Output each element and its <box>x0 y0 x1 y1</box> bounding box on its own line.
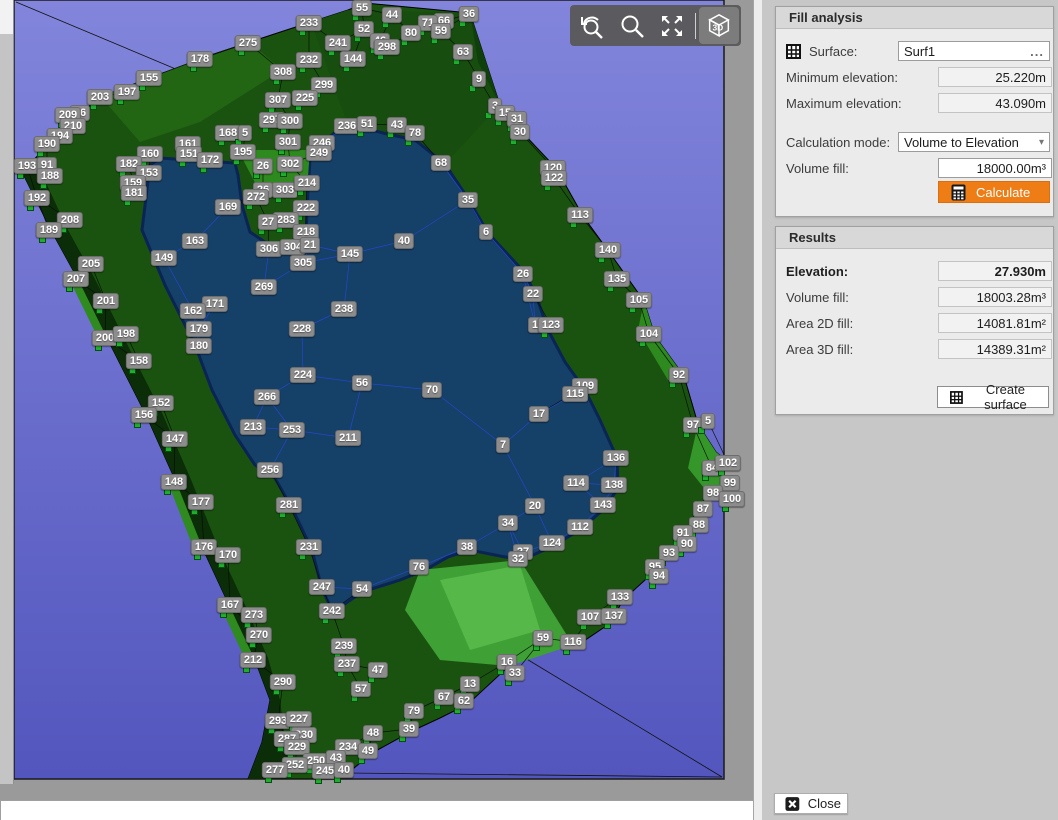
create-surface-button[interactable]: Create surface <box>937 386 1049 408</box>
surface-label: Surface: <box>809 44 857 59</box>
area-3d-label: Area 3D fill: <box>786 342 853 357</box>
min-elevation-value: 25.220m <box>995 70 1046 85</box>
volume-fill-label: Volume fill: <box>786 161 849 176</box>
result-volume-fill-value: 18003.28m³ <box>977 290 1046 305</box>
zoom-previous-button[interactable] <box>572 7 612 44</box>
surface-more-button[interactable]: ... <box>1030 44 1044 59</box>
view-toolbar: 3D <box>570 5 741 46</box>
terrain-mesh[interactable] <box>0 0 760 820</box>
calculate-label: Calculate <box>976 185 1030 200</box>
close-button[interactable]: Close <box>774 793 848 814</box>
max-elevation-label: Maximum elevation: <box>786 96 902 111</box>
view-3d-icon: 3D <box>705 11 733 41</box>
results-panel: Results Elevation: 27.930m Volume fill: … <box>775 226 1054 415</box>
svg-text:3D: 3D <box>712 22 723 32</box>
left-margin <box>0 0 14 784</box>
view-3d-button[interactable]: 3D <box>699 7 739 44</box>
toolbar-separator <box>695 13 696 39</box>
zoom-icon <box>619 13 645 39</box>
min-elevation-field: 25.220m <box>938 67 1052 87</box>
calculate-button[interactable]: Calculate <box>938 181 1050 203</box>
create-surface-label: Create surface <box>969 382 1042 412</box>
3d-workspace: 5544366671233528059632414629814423227517… <box>0 0 760 820</box>
calculation-mode-select[interactable]: Volume to Elevation ▾ <box>898 132 1050 152</box>
fill-analysis-title: Fill analysis <box>789 10 863 25</box>
close-label: Close <box>808 796 841 811</box>
app-window: 5544366671233528059632414629814423227517… <box>0 0 1058 820</box>
area-2d-value: 14081.81m² <box>977 316 1046 331</box>
chevron-down-icon: ▾ <box>1039 137 1044 148</box>
surface-value: Surf1 <box>904 44 935 59</box>
max-elevation-field: 43.090m <box>938 93 1052 113</box>
elevation-label: Elevation: <box>786 264 848 279</box>
tin-edge <box>730 483 732 499</box>
surface-field[interactable]: Surf1 ... <box>898 41 1050 61</box>
area-3d-field: 14389.31m² <box>938 339 1052 359</box>
results-header: Results <box>776 227 1053 249</box>
area-3d-value: 14389.31m² <box>977 342 1046 357</box>
close-icon <box>785 796 800 812</box>
surface-grid-icon <box>786 44 801 59</box>
calculation-mode-label: Calculation mode: <box>786 135 890 150</box>
create-surface-grid-icon <box>950 390 963 405</box>
calculator-icon <box>951 184 966 201</box>
min-elevation-label: Minimum elevation: <box>786 70 898 85</box>
zoom-extents-button[interactable] <box>652 7 692 44</box>
elevation-field: 27.930m <box>938 261 1052 281</box>
results-title: Results <box>789 230 836 245</box>
result-volume-fill-field: 18003.28m³ <box>938 287 1052 307</box>
side-panel: Fill analysis Surface: Surf1 ... Minimum… <box>762 0 1058 820</box>
fill-analysis-panel: Fill analysis Surface: Surf1 ... Minimum… <box>775 6 1054 217</box>
zoom-extents-icon <box>659 13 685 39</box>
fill-analysis-header: Fill analysis <box>776 7 1053 29</box>
area-2d-field: 14081.81m² <box>938 313 1052 333</box>
calculation-mode-value: Volume to Elevation <box>904 135 1019 150</box>
elevation-value: 27.930m <box>995 264 1046 279</box>
max-elevation-value: 43.090m <box>995 96 1046 111</box>
result-volume-fill-label: Volume fill: <box>786 290 849 305</box>
bottom-subpanel <box>0 800 754 820</box>
left-margin-top <box>0 0 13 34</box>
zoom-previous-icon <box>579 13 605 39</box>
zoom-button[interactable] <box>612 7 652 44</box>
area-2d-label: Area 2D fill: <box>786 316 853 331</box>
tin-edge <box>728 463 730 483</box>
volume-fill-value: 18000.00m³ <box>977 161 1046 176</box>
volume-fill-input[interactable]: 18000.00m³ <box>938 158 1052 178</box>
vertical-splitter[interactable] <box>753 0 762 820</box>
